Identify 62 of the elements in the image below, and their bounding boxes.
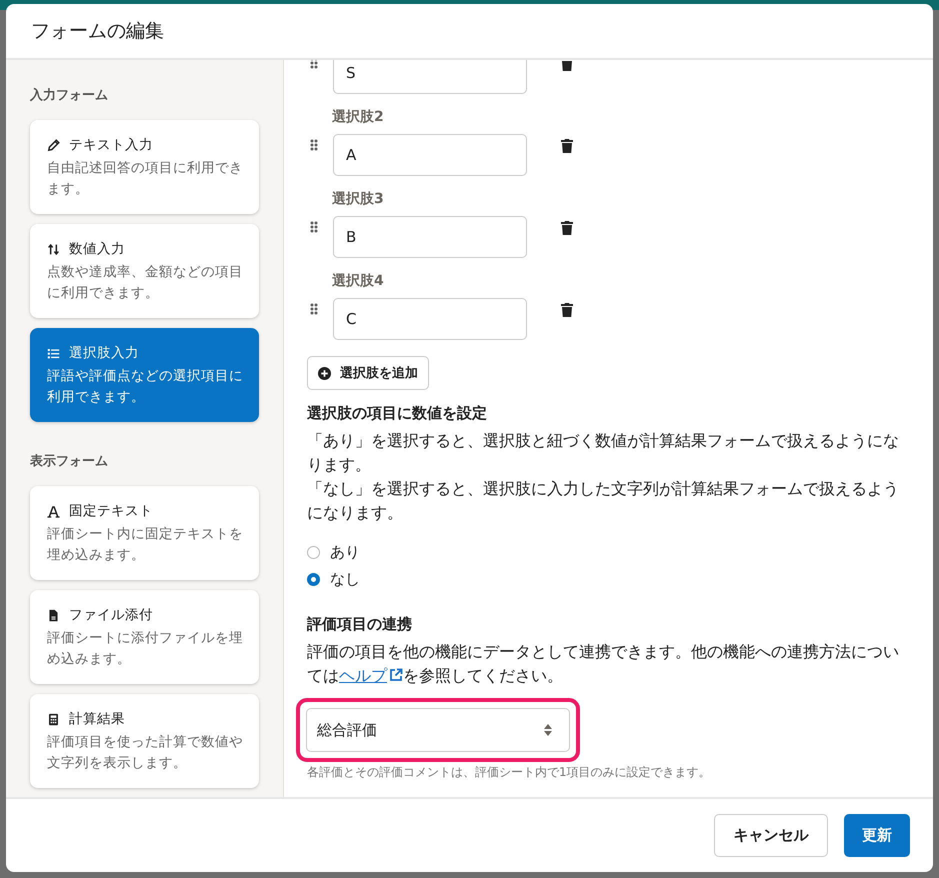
radio-button[interactable] bbox=[307, 573, 320, 586]
trash-icon[interactable] bbox=[561, 303, 573, 317]
help-note: 各評価とその評価コメントは、評価シート内で1項目のみに設定できます。 bbox=[307, 764, 712, 781]
card-title: 固定テキスト bbox=[69, 502, 153, 520]
option-input[interactable]: B bbox=[333, 216, 527, 258]
form-type-card[interactable]: 計算結果 評価項目を使った計算で数値や文字列を表示します。 bbox=[30, 694, 259, 788]
form-type-card[interactable]: ファイル添付 評価シートに添付ファイルを埋め込みます。 bbox=[30, 590, 259, 684]
dialog-title: フォームの編集 bbox=[31, 19, 164, 44]
radio-button[interactable] bbox=[307, 546, 320, 559]
calculator-icon bbox=[47, 712, 60, 726]
linkage-select[interactable]: 総合評価 bbox=[306, 708, 570, 752]
plus-circle-icon bbox=[318, 366, 331, 380]
file-icon bbox=[47, 608, 60, 622]
card-description: 評価項目を使った計算で数値や文字列を表示します。 bbox=[47, 733, 243, 773]
card-title: 数値入力 bbox=[69, 240, 125, 258]
form-type-card[interactable]: 固定テキスト 評価シート内に固定テキストを埋め込みます。 bbox=[30, 486, 259, 580]
form-type-card[interactable]: テキスト入力 自由記述回答の項目に利用できます。 bbox=[30, 120, 259, 214]
card-description: 評価シートに添付ファイルを埋め込みます。 bbox=[47, 629, 243, 669]
card-title: 計算結果 bbox=[69, 710, 125, 728]
card-title: 選択肢入力 bbox=[69, 344, 139, 362]
drag-handle-icon[interactable] bbox=[310, 303, 318, 315]
pencil-icon bbox=[47, 138, 60, 152]
card-description: 評語や評価点などの選択項目に利用できます。 bbox=[47, 367, 243, 407]
sort-arrows-icon bbox=[47, 242, 60, 256]
card-description: 自由記述回答の項目に利用できます。 bbox=[47, 159, 243, 199]
section-heading: 選択肢の項目に数値を設定 bbox=[307, 404, 488, 423]
external-link-icon bbox=[389, 668, 403, 682]
section-heading: 入力フォーム bbox=[30, 86, 109, 104]
section-heading: 評価項目の連携 bbox=[307, 615, 413, 634]
trash-icon[interactable] bbox=[561, 139, 573, 153]
description-text: 「あり」を選択すると、選択肢と紐づく数値が計算結果フォームで扱えるようになります。 bbox=[307, 430, 900, 476]
drag-handle-icon[interactable] bbox=[310, 221, 318, 233]
radio-option[interactable]: なし bbox=[307, 570, 907, 589]
section-heading: 表示フォーム bbox=[30, 453, 109, 470]
card-description: 点数や達成率、金額などの項目に利用できます。 bbox=[47, 263, 243, 303]
option-input[interactable]: S bbox=[333, 60, 527, 94]
font-icon bbox=[47, 504, 60, 518]
option-label: 選択肢2 bbox=[332, 108, 385, 126]
description-text: 評価の項目を他の機能にデータとして連携できます。他の機能への連携方法についてはヘルプ を参照してください。 bbox=[307, 641, 900, 687]
card-title: ファイル添付 bbox=[69, 606, 153, 624]
radio-option[interactable]: あり bbox=[307, 543, 907, 562]
drag-handle-icon[interactable] bbox=[310, 139, 318, 151]
trash-icon[interactable] bbox=[561, 221, 573, 235]
option-label: 選択肢4 bbox=[332, 272, 385, 290]
card-title: テキスト入力 bbox=[69, 136, 153, 154]
trash-icon[interactable] bbox=[561, 60, 573, 71]
card-description: 評価シート内に固定テキストを埋め込みます。 bbox=[47, 525, 243, 565]
radio-label: あり bbox=[330, 543, 360, 562]
list-icon bbox=[47, 346, 60, 360]
form-type-card[interactable]: 数値入力 点数や達成率、金額などの項目に利用できます。 bbox=[30, 224, 259, 318]
description-text: 「なし」を選択すると、選択肢に入力した文字列が計算結果フォームで扱えるようになります。 bbox=[307, 478, 900, 524]
cancel-button[interactable]: キャンセル bbox=[714, 814, 828, 857]
option-label: 選択肢3 bbox=[332, 190, 385, 208]
drag-handle-icon[interactable] bbox=[310, 60, 318, 69]
option-input[interactable]: A bbox=[333, 134, 527, 176]
help-link[interactable]: ヘルプ bbox=[339, 666, 403, 685]
radio-label: なし bbox=[330, 570, 360, 589]
sort-caret-icon bbox=[543, 723, 553, 737]
option-input[interactable]: C bbox=[333, 298, 527, 340]
form-type-card[interactable]: 選択肢入力 評語や評価点などの選択項目に利用できます。 bbox=[30, 328, 259, 422]
add-option-button[interactable]: 選択肢を追加 bbox=[307, 356, 429, 390]
update-button[interactable]: 更新 bbox=[844, 814, 910, 857]
